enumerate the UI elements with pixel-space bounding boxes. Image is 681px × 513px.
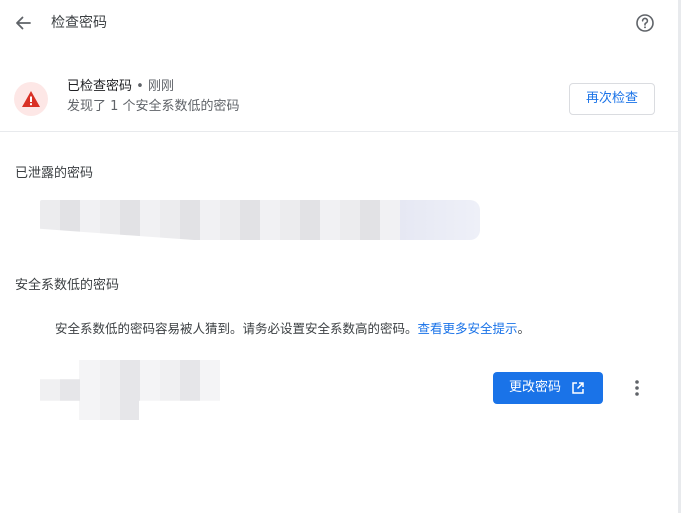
- weak-section-title: 安全系数低的密码: [15, 278, 120, 293]
- status-title-separator: •: [132, 79, 148, 94]
- more-vert-icon: [635, 380, 639, 396]
- header: 检查密码: [0, 0, 678, 46]
- open-in-new-icon: [572, 382, 584, 394]
- weak-description-suffix: 。: [517, 321, 531, 336]
- divider: [0, 131, 678, 132]
- warning-triangle-icon: [22, 91, 40, 107]
- warning-badge: [14, 82, 48, 116]
- check-status: 已检查密码 • 刚刚 发现了 1 个安全系数低的密码 再次检查: [0, 70, 678, 130]
- weak-password-redacted: [40, 360, 220, 420]
- change-password-button[interactable]: 更改密码: [493, 372, 603, 404]
- page-title: 检查密码: [51, 15, 107, 31]
- help-button[interactable]: [634, 12, 656, 34]
- status-title: 已检查密码 • 刚刚: [67, 78, 174, 96]
- change-password-label: 更改密码: [509, 380, 562, 395]
- help-circle-icon: [636, 14, 654, 32]
- leaked-section-title: 已泄露的密码: [15, 166, 94, 181]
- arrow-left-icon: [16, 16, 31, 30]
- leaked-password-redacted: [40, 200, 480, 240]
- weak-description-text: 安全系数低的密码容易被人猜到。请务必设置安全系数高的密码。: [55, 321, 418, 336]
- status-time: 刚刚: [147, 79, 174, 94]
- more-actions-button[interactable]: [627, 376, 647, 400]
- security-tips-link[interactable]: 查看更多安全提示: [418, 321, 518, 336]
- status-title-main: 已检查密码: [67, 79, 133, 94]
- status-subtitle: 发现了 1 个安全系数低的密码: [67, 99, 240, 114]
- recheck-button[interactable]: 再次检查: [569, 83, 655, 115]
- back-button[interactable]: [12, 12, 34, 34]
- weak-description: 安全系数低的密码容易被人猜到。请务必设置安全系数高的密码。查看更多安全提示。: [55, 320, 530, 338]
